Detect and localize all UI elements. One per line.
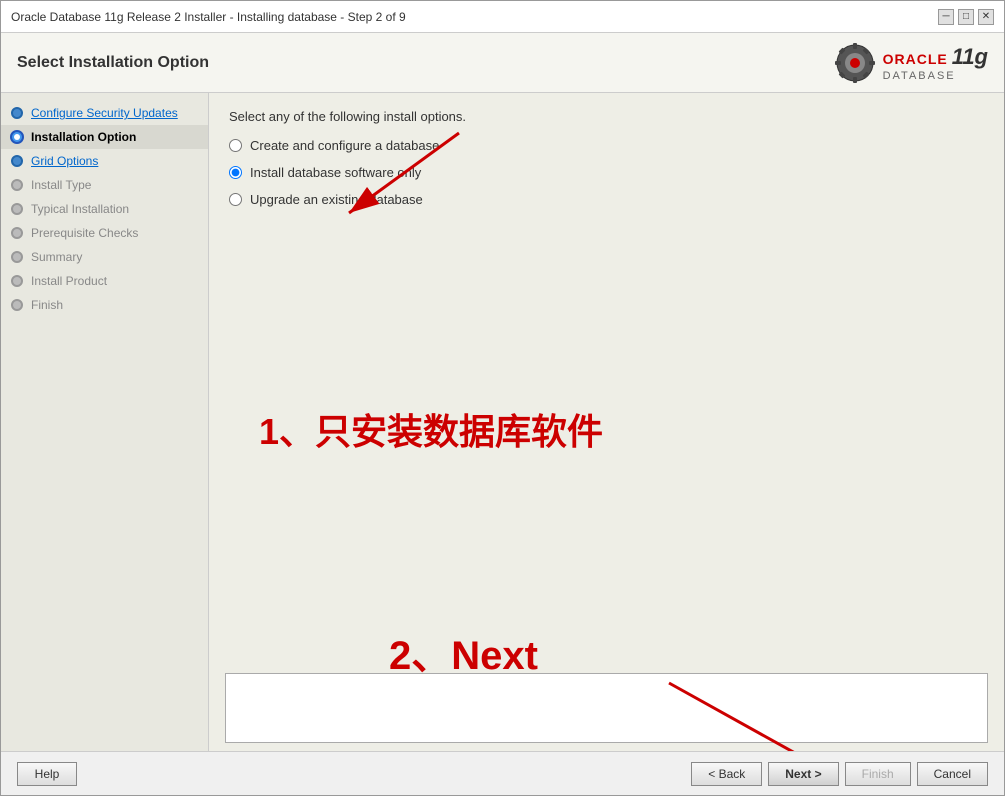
step-icon-install-product (9, 273, 25, 289)
step-icon-configure-security (9, 105, 25, 121)
step-icon-summary (9, 249, 25, 265)
radio-create-configure[interactable] (229, 139, 242, 152)
step-icon-installation-option (9, 129, 25, 145)
main-content: Select any of the following install opti… (209, 93, 1004, 673)
radio-upgrade-existing[interactable] (229, 193, 242, 206)
oracle-brand-name: ORACLE (883, 51, 948, 67)
window-controls: ─ □ ✕ (938, 9, 994, 25)
footer-right: < Back Next > Finish Cancel (691, 762, 988, 786)
minimize-button[interactable]: ─ (938, 9, 954, 25)
main-panel: Select any of the following install opti… (209, 93, 1004, 751)
instruction-text: Select any of the following install opti… (229, 109, 984, 124)
oracle-version: 11g (952, 44, 988, 70)
content-area: Configure Security Updates Installation … (1, 93, 1004, 751)
sidebar-label-install-product: Install Product (31, 274, 107, 288)
next-button[interactable]: Next > (768, 762, 838, 786)
option-install-software-only-label: Install database software only (250, 165, 421, 180)
sidebar-item-configure-security[interactable]: Configure Security Updates (1, 101, 208, 125)
step-icon-install-type (9, 177, 25, 193)
option-install-software-only[interactable]: Install database software only (229, 165, 984, 180)
sidebar-item-summary: Summary (1, 245, 208, 269)
close-button[interactable]: ✕ (978, 9, 994, 25)
footer-left: Help (17, 762, 77, 786)
sidebar-item-install-product: Install Product (1, 269, 208, 293)
window-title: Oracle Database 11g Release 2 Installer … (11, 10, 406, 24)
main-window: Oracle Database 11g Release 2 Installer … (0, 0, 1005, 796)
help-button[interactable]: Help (17, 762, 77, 786)
sidebar-label-grid-options: Grid Options (31, 154, 98, 168)
annotation-text-1: 1、只安装数据库软件 (259, 403, 603, 455)
footer: Help < Back Next > Finish Cancel (1, 751, 1004, 795)
back-button[interactable]: < Back (691, 762, 762, 786)
sidebar-item-finish: Finish (1, 293, 208, 317)
sidebar-label-configure-security: Configure Security Updates (31, 106, 178, 120)
sidebar: Configure Security Updates Installation … (1, 93, 209, 751)
option-upgrade-existing-label: Upgrade an existing database (250, 192, 423, 207)
sidebar-item-typical-installation: Typical Installation (1, 197, 208, 221)
oracle-gear-icon (833, 41, 877, 85)
title-bar: Oracle Database 11g Release 2 Installer … (1, 1, 1004, 33)
sidebar-label-typical-installation: Typical Installation (31, 202, 129, 216)
maximize-button[interactable]: □ (958, 9, 974, 25)
sidebar-item-prerequisite-checks: Prerequisite Checks (1, 221, 208, 245)
option-upgrade-existing[interactable]: Upgrade an existing database (229, 192, 984, 207)
page-title: Select Installation Option (17, 54, 209, 72)
sidebar-item-install-type: Install Type (1, 173, 208, 197)
sidebar-label-install-type: Install Type (31, 178, 91, 192)
oracle-brand-text: ORACLE 11g DATABASE (883, 44, 988, 82)
header: Select Installation Option (1, 33, 1004, 93)
oracle-product-name: DATABASE (883, 70, 956, 82)
step-icon-finish (9, 297, 25, 313)
log-area (225, 673, 988, 743)
sidebar-label-summary: Summary (31, 250, 82, 264)
oracle-logo: ORACLE 11g DATABASE (833, 41, 988, 85)
option-create-configure[interactable]: Create and configure a database (229, 138, 984, 153)
step-icon-prerequisite-checks (9, 225, 25, 241)
sidebar-label-finish: Finish (31, 298, 63, 312)
sidebar-item-grid-options[interactable]: Grid Options (1, 149, 208, 173)
step-icon-grid-options (9, 153, 25, 169)
option-create-configure-label: Create and configure a database (250, 138, 439, 153)
step-icon-typical-installation (9, 201, 25, 217)
annotation-text-2: 2、Next (389, 623, 538, 681)
sidebar-label-prerequisite-checks: Prerequisite Checks (31, 226, 138, 240)
radio-install-software-only[interactable] (229, 166, 242, 179)
cancel-button[interactable]: Cancel (917, 762, 988, 786)
sidebar-label-installation-option: Installation Option (31, 130, 136, 144)
sidebar-item-installation-option[interactable]: Installation Option (1, 125, 208, 149)
finish-button[interactable]: Finish (845, 762, 911, 786)
